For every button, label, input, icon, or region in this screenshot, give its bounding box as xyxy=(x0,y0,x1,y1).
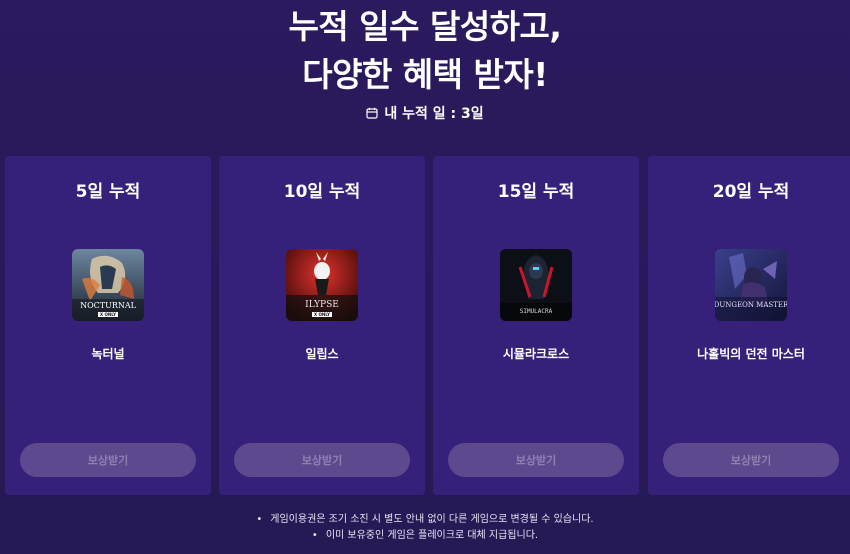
claim-reward-button[interactable]: 보상받기 xyxy=(448,443,624,477)
calendar-icon xyxy=(366,107,378,119)
reward-card-title: 20일 누적 xyxy=(712,182,790,202)
claim-reward-button[interactable]: 보상받기 xyxy=(20,443,196,477)
svg-text:DUNGEON MASTER: DUNGEON MASTER xyxy=(715,301,787,309)
accumulated-days-label: 내 누적 일 : 3일 xyxy=(384,106,484,122)
notice-item: 게임이용권은 조기 소진 시 별도 안내 없이 다른 게임으로 변경될 수 있습… xyxy=(0,512,850,528)
reward-card-title: 10일 누적 xyxy=(283,182,361,202)
headline-line-1: 누적 일수 달성하고, xyxy=(288,7,562,46)
reward-card-15-days: 15일 누적 SIMULACRA 시뮬라크로스 보상받기 xyxy=(433,156,639,495)
svg-text:NOCTURNAL: NOCTURNAL xyxy=(80,301,137,310)
reward-card-10-days: 10일 누적 ILYPSE X ONLY 일립스 보상받기 xyxy=(219,156,425,495)
svg-text:X ONLY: X ONLY xyxy=(100,312,116,317)
svg-text:ILYPSE: ILYPSE xyxy=(305,300,339,310)
claim-reward-button[interactable]: 보상받기 xyxy=(663,443,839,477)
game-thumbnail-ilypse: ILYPSE X ONLY xyxy=(286,249,358,321)
game-name: 시뮬라크로스 xyxy=(502,347,570,361)
game-thumbnail-nocturnal: NOCTURNAL X ONLY xyxy=(72,249,144,321)
reward-card-title: 5일 누적 xyxy=(75,182,141,202)
reward-card-5-days: 5일 누적 NOCTURNAL X ONLY 녹터널 보상받기 xyxy=(5,156,211,495)
reward-card-title: 15일 누적 xyxy=(497,182,575,202)
notice-list: 게임이용권은 조기 소진 시 별도 안내 없이 다른 게임으로 변경될 수 있습… xyxy=(0,512,850,544)
reward-cards: 5일 누적 NOCTURNAL X ONLY 녹터널 보상받기 10일 누적 I… xyxy=(5,156,850,495)
notice-item: 이미 보유중인 게임은 플레이크로 대체 지급됩니다. xyxy=(0,528,850,544)
svg-text:SIMULACRA: SIMULACRA xyxy=(520,308,553,315)
game-name: 일립스 xyxy=(305,347,339,361)
game-name: 녹터널 xyxy=(91,347,125,361)
game-thumbnail-dungeon-master: DUNGEON MASTER xyxy=(715,249,787,321)
game-thumbnail-simulacra: SIMULACRA xyxy=(500,249,572,321)
headline-line-2: 다양한 혜택 받자! xyxy=(302,55,548,94)
svg-text:X ONLY: X ONLY xyxy=(314,312,330,317)
claim-reward-button[interactable]: 보상받기 xyxy=(234,443,410,477)
reward-card-20-days: 20일 누적 DUNGEON MASTER 나홀빅의 던전 마스터 보상받기 xyxy=(648,156,850,495)
game-name: 나홀빅의 던전 마스터 xyxy=(697,347,805,361)
accumulated-days-counter: 내 누적 일 : 3일 xyxy=(0,103,850,125)
